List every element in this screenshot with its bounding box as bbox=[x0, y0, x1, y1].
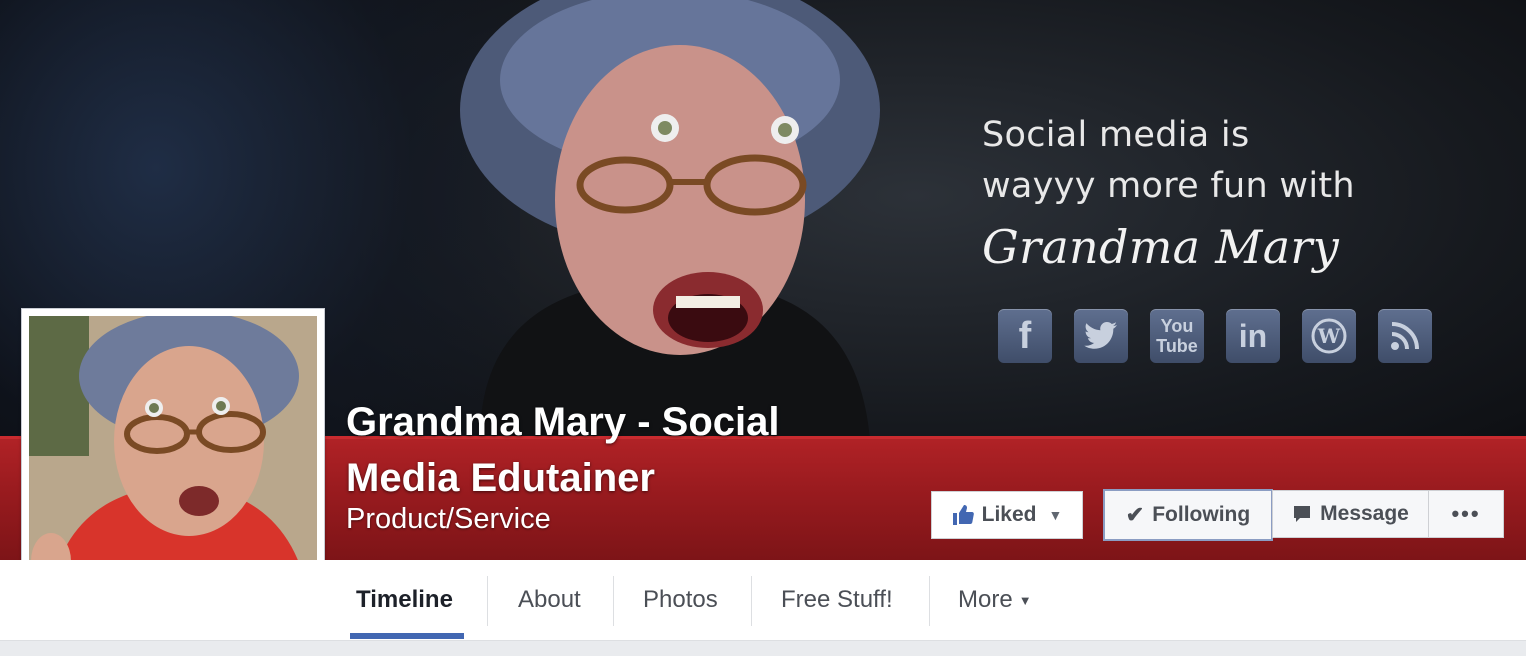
tab-divider bbox=[929, 576, 930, 626]
liked-button[interactable]: Liked ▼ bbox=[931, 491, 1083, 539]
wordpress-icon: W bbox=[1302, 309, 1356, 363]
facebook-icon: f bbox=[998, 309, 1052, 363]
tab-timeline[interactable]: Timeline bbox=[356, 560, 453, 640]
page-nav-bar bbox=[0, 560, 1526, 641]
tab-photos[interactable]: Photos bbox=[643, 560, 718, 640]
tab-divider bbox=[751, 576, 752, 626]
caret-down-icon: ▼ bbox=[1018, 592, 1032, 608]
active-tab-indicator bbox=[350, 633, 464, 639]
thumbs-up-icon bbox=[952, 505, 974, 525]
liked-label: Liked bbox=[981, 503, 1037, 526]
following-label: Following bbox=[1152, 503, 1251, 526]
tab-more[interactable]: More ▼ bbox=[958, 560, 1032, 640]
page-title[interactable]: Grandma Mary - Social Media Edutainer bbox=[346, 394, 866, 506]
more-options-button[interactable]: ••• bbox=[1428, 490, 1504, 538]
tagline-line-2: wayyy more fun with bbox=[982, 166, 1355, 206]
cover-tagline: Social media is wayyy more fun with Gran… bbox=[982, 110, 1355, 282]
tab-divider bbox=[613, 576, 614, 626]
message-label: Message bbox=[1320, 502, 1409, 525]
checkmark-icon: ✔ bbox=[1125, 502, 1145, 527]
page-category[interactable]: Product/Service bbox=[346, 503, 551, 536]
message-button[interactable]: Message bbox=[1272, 490, 1429, 538]
rss-icon bbox=[1378, 309, 1432, 363]
tab-free-stuff[interactable]: Free Stuff! bbox=[781, 560, 893, 640]
cover-social-icons: f You Tube in W bbox=[998, 309, 1432, 363]
tagline-line-1: Social media is bbox=[982, 115, 1250, 155]
linkedin-icon: in bbox=[1226, 309, 1280, 363]
svg-text:W: W bbox=[1317, 324, 1341, 348]
following-button[interactable]: ✔ Following bbox=[1103, 489, 1273, 541]
tab-about[interactable]: About bbox=[518, 560, 581, 640]
tab-more-label: More bbox=[958, 586, 1013, 613]
speech-bubble-icon bbox=[1294, 506, 1311, 522]
tagline-script: Grandma Mary bbox=[982, 220, 1340, 274]
ellipsis-icon: ••• bbox=[1451, 501, 1481, 526]
twitter-icon bbox=[1074, 309, 1128, 363]
tab-divider bbox=[487, 576, 488, 626]
chevron-down-icon: ▼ bbox=[1048, 507, 1063, 523]
youtube-icon: You Tube bbox=[1150, 309, 1204, 363]
cover-portrait bbox=[460, 0, 880, 440]
